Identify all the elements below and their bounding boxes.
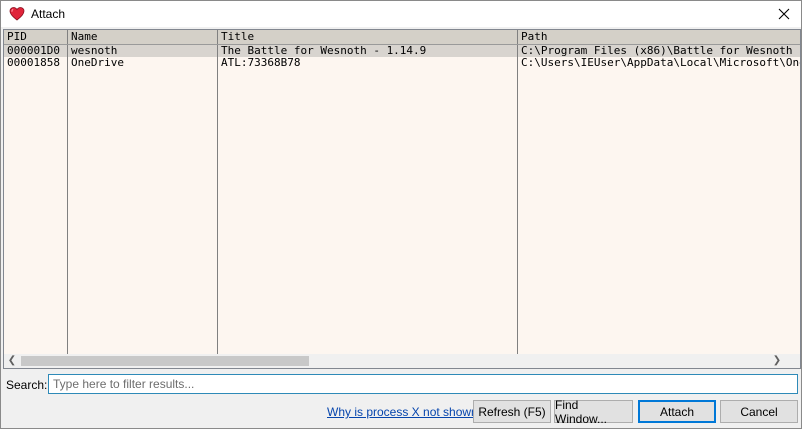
column-header-name[interactable]: Name — [68, 30, 218, 44]
process-list[interactable]: PID Name Title Path 000001D0 wesnoth The… — [3, 29, 801, 369]
cell-title: ATL:73368B78 — [221, 57, 301, 69]
close-icon — [778, 8, 790, 20]
cell-pid: 00001858 — [7, 57, 60, 69]
cell-path: C:\Program Files (x86)\Battle for Wesnot… — [521, 45, 800, 57]
cell-name: wesnoth — [71, 45, 118, 57]
cancel-button[interactable]: Cancel — [720, 400, 798, 423]
search-input[interactable] — [48, 374, 798, 394]
table-row[interactable]: 00001858 OneDrive ATL:73368B78 C:\Users\… — [4, 57, 800, 69]
search-label: Search: — [6, 378, 48, 392]
table-row[interactable]: 000001D0 wesnoth The Battle for Wesnoth … — [4, 45, 800, 57]
cell-pid: 000001D0 — [7, 45, 60, 57]
column-divider — [517, 45, 518, 354]
attach-dialog: Attach PID Name Title Path 000001D0 wesn… — [0, 0, 802, 429]
list-header: PID Name Title Path — [4, 30, 800, 45]
find-window-button[interactable]: Find Window... — [554, 398, 633, 426]
scroll-left-icon[interactable]: ❮ — [5, 354, 19, 368]
scroll-thumb[interactable] — [21, 356, 309, 366]
horizontal-scrollbar[interactable]: ❮ ❯ — [4, 354, 800, 368]
refresh-button[interactable]: Refresh (F5) — [473, 400, 551, 423]
column-divider — [217, 45, 218, 354]
window-title: Attach — [31, 7, 66, 21]
process-not-shown-link[interactable]: Why is process X not shown? — [327, 405, 484, 419]
column-header-path[interactable]: Path — [518, 30, 800, 44]
title-bar: Attach — [1, 1, 801, 27]
close-button[interactable] — [767, 1, 801, 27]
scroll-right-icon[interactable]: ❯ — [770, 354, 784, 368]
column-divider — [67, 45, 68, 354]
cell-path: C:\Users\IEUser\AppData\Local\Microsoft\… — [521, 57, 800, 69]
column-header-title[interactable]: Title — [218, 30, 518, 44]
attach-button[interactable]: Attach — [638, 400, 716, 423]
column-header-pid[interactable]: PID — [4, 30, 68, 44]
cell-title: The Battle for Wesnoth - 1.14.9 — [221, 45, 427, 57]
cell-name: OneDrive — [71, 57, 124, 69]
heart-icon — [9, 6, 25, 22]
